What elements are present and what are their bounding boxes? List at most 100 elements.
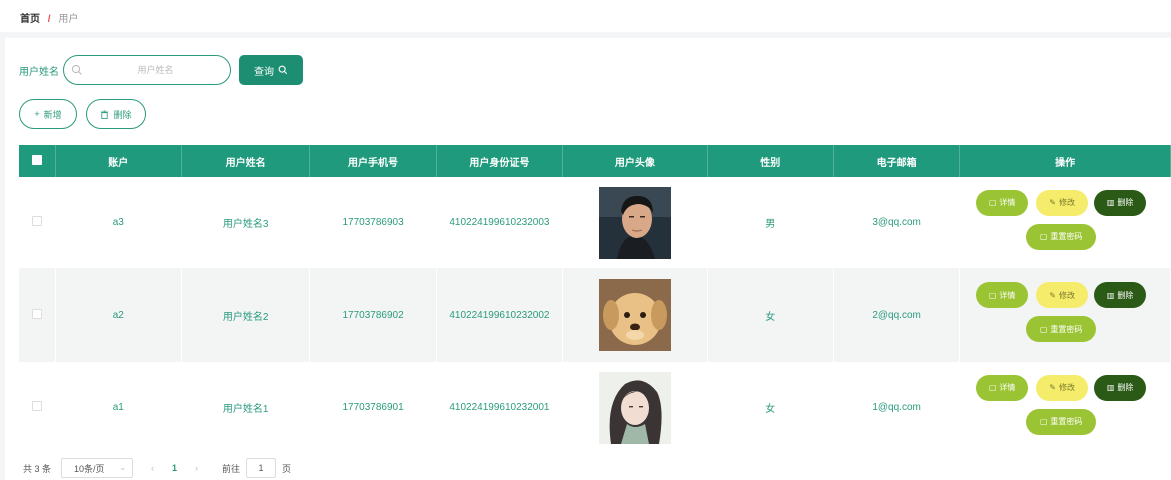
- reset-password-button[interactable]: ▢ 重置密码: [1026, 223, 1097, 250]
- batch-delete-label: 删除: [113, 109, 132, 120]
- query-button-label: 查询: [254, 66, 274, 78]
- table-row: a3 用户姓名3 17703786903 410224199610232003: [19, 177, 1171, 268]
- delete-button[interactable]: ▥ 删除: [1094, 282, 1147, 308]
- table-header: 账户 用户姓名 用户手机号 用户身份证号 用户头像 性别 电子邮箱 操作: [19, 145, 1171, 177]
- row-checkbox[interactable]: [31, 216, 42, 226]
- detail-button[interactable]: ▢ 详情: [976, 374, 1029, 401]
- actions-cell: ▢ 详情 ✎ 修改 ▥ 删除 ▢ 重置密码: [959, 268, 1171, 362]
- search-bar: 用户姓名 查询: [19, 55, 303, 85]
- phone-cell: 17703786902: [309, 268, 437, 362]
- email-cell: 1@qq.com: [833, 362, 961, 453]
- edit-icon: ✎: [1049, 383, 1056, 392]
- column-header[interactable]: 用户姓名: [181, 145, 311, 177]
- row-select-cell: [19, 268, 56, 362]
- delete-button[interactable]: ▥ 删除: [1094, 189, 1147, 216]
- detail-icon: ▢: [988, 290, 997, 300]
- actions-cell: ▢ 详情 ✎ 修改 ▥ 删除 ▢ 重置密码: [959, 362, 1171, 453]
- detail-button[interactable]: ▢ 详情: [976, 282, 1029, 308]
- email-cell: 2@qq.com: [833, 268, 961, 362]
- detail-button[interactable]: ▢ 详情: [976, 189, 1029, 216]
- edit-button[interactable]: ✎ 修改: [1036, 282, 1089, 308]
- phone-cell: 17703786901: [309, 362, 437, 453]
- batch-delete-button[interactable]: 删除: [86, 99, 146, 129]
- avatar-male-portrait: [598, 186, 671, 259]
- plus-icon: +: [34, 109, 40, 119]
- delete-label: 删除: [1117, 383, 1134, 392]
- column-header: 操作: [959, 145, 1171, 177]
- edit-button[interactable]: ✎ 修改: [1036, 189, 1089, 216]
- detail-icon: ▢: [988, 383, 997, 392]
- reset-password-button[interactable]: ▢ 重置密码: [1026, 316, 1097, 342]
- edit-icon: ✎: [1049, 290, 1056, 300]
- prev-page-button[interactable]: ‹: [151, 463, 154, 473]
- avatar-cell: [562, 177, 708, 268]
- id-card-cell: 410224199610232003: [436, 177, 564, 268]
- search-input[interactable]: [88, 56, 223, 84]
- row-select-cell: [19, 362, 56, 453]
- column-header[interactable]: 用户身份证号: [436, 145, 564, 177]
- reset-password-label: 重置密码: [1050, 417, 1083, 426]
- edit-icon: ✎: [1049, 198, 1056, 207]
- breadcrumb: 首页 / 用户: [0, 0, 1171, 32]
- user-table: 账户 用户姓名 用户手机号 用户身份证号 用户头像 性别 电子邮箱 操作 a3 …: [19, 145, 1171, 453]
- avatar-anime-girl: [598, 371, 671, 444]
- actions-cell: ▢ 详情 ✎ 修改 ▥ 删除 ▢ 重置密码: [959, 177, 1171, 268]
- trash-icon: ▥: [1106, 383, 1115, 392]
- column-header[interactable]: 账户: [55, 145, 182, 177]
- delete-label: 删除: [1117, 198, 1134, 207]
- column-header[interactable]: 用户头像: [562, 145, 708, 177]
- reset-password-label: 重置密码: [1050, 232, 1083, 241]
- search-icon: [71, 64, 82, 75]
- goto-page-input[interactable]: 1: [246, 458, 277, 478]
- edit-label: 修改: [1058, 383, 1075, 392]
- breadcrumb-current: 用户: [58, 14, 79, 25]
- row-checkbox[interactable]: [31, 401, 42, 411]
- avatar-puppy: [598, 279, 671, 351]
- page-size-value: 10条/页: [74, 463, 105, 474]
- name-cell: 用户姓名2: [181, 268, 311, 362]
- column-header[interactable]: 性别: [707, 145, 834, 177]
- id-card-cell: 410224199610232002: [436, 268, 564, 362]
- gender-cell: 男: [707, 177, 834, 268]
- gender-cell: 女: [707, 362, 834, 453]
- page-size-select[interactable]: 10条/页 ⌄: [61, 458, 134, 478]
- edit-label: 修改: [1058, 198, 1075, 207]
- trash-icon: ▥: [1106, 290, 1115, 300]
- delete-label: 删除: [1117, 290, 1134, 300]
- reset-password-label: 重置密码: [1050, 324, 1083, 334]
- detail-label: 详情: [999, 383, 1016, 392]
- row-checkbox[interactable]: [31, 308, 42, 319]
- select-all-checkbox[interactable]: [31, 154, 42, 165]
- detail-label: 详情: [999, 198, 1016, 207]
- account-cell: a1: [55, 362, 182, 453]
- search-icon: [278, 65, 288, 75]
- column-header[interactable]: 用户手机号: [309, 145, 437, 177]
- search-field[interactable]: [63, 55, 231, 85]
- account-cell: a3: [55, 177, 182, 268]
- add-button[interactable]: + 新增: [19, 99, 77, 129]
- breadcrumb-home[interactable]: 首页: [20, 14, 40, 25]
- reset-password-button[interactable]: ▢ 重置密码: [1026, 408, 1097, 435]
- delete-button[interactable]: ▥ 删除: [1094, 374, 1147, 401]
- page-number[interactable]: 1: [172, 463, 177, 473]
- email-cell: 3@qq.com: [833, 177, 961, 268]
- avatar-cell: [562, 362, 708, 453]
- query-button[interactable]: 查询: [239, 55, 303, 85]
- table-row: a2 用户姓名2 17703786902 410224199610232002: [19, 268, 1171, 362]
- goto-label: 前往: [222, 463, 241, 474]
- search-label: 用户姓名: [19, 66, 59, 78]
- trash-icon: [101, 109, 109, 119]
- row-select-cell: [19, 177, 56, 268]
- edit-label: 修改: [1058, 290, 1075, 300]
- next-page-button[interactable]: ›: [195, 463, 198, 473]
- column-header[interactable]: 电子邮箱: [833, 145, 961, 177]
- edit-button[interactable]: ✎ 修改: [1036, 374, 1089, 401]
- reset-icon: ▢: [1039, 232, 1048, 241]
- id-card-cell: 410224199610232001: [436, 362, 564, 453]
- phone-cell: 17703786903: [309, 177, 437, 268]
- table-row: a1 用户姓名1 17703786901 410224199610232001: [19, 362, 1171, 453]
- toolbar: + 新增 删除: [19, 99, 146, 129]
- add-button-label: 新增: [43, 109, 62, 120]
- breadcrumb-separator: /: [47, 14, 51, 25]
- detail-icon: ▢: [988, 198, 997, 207]
